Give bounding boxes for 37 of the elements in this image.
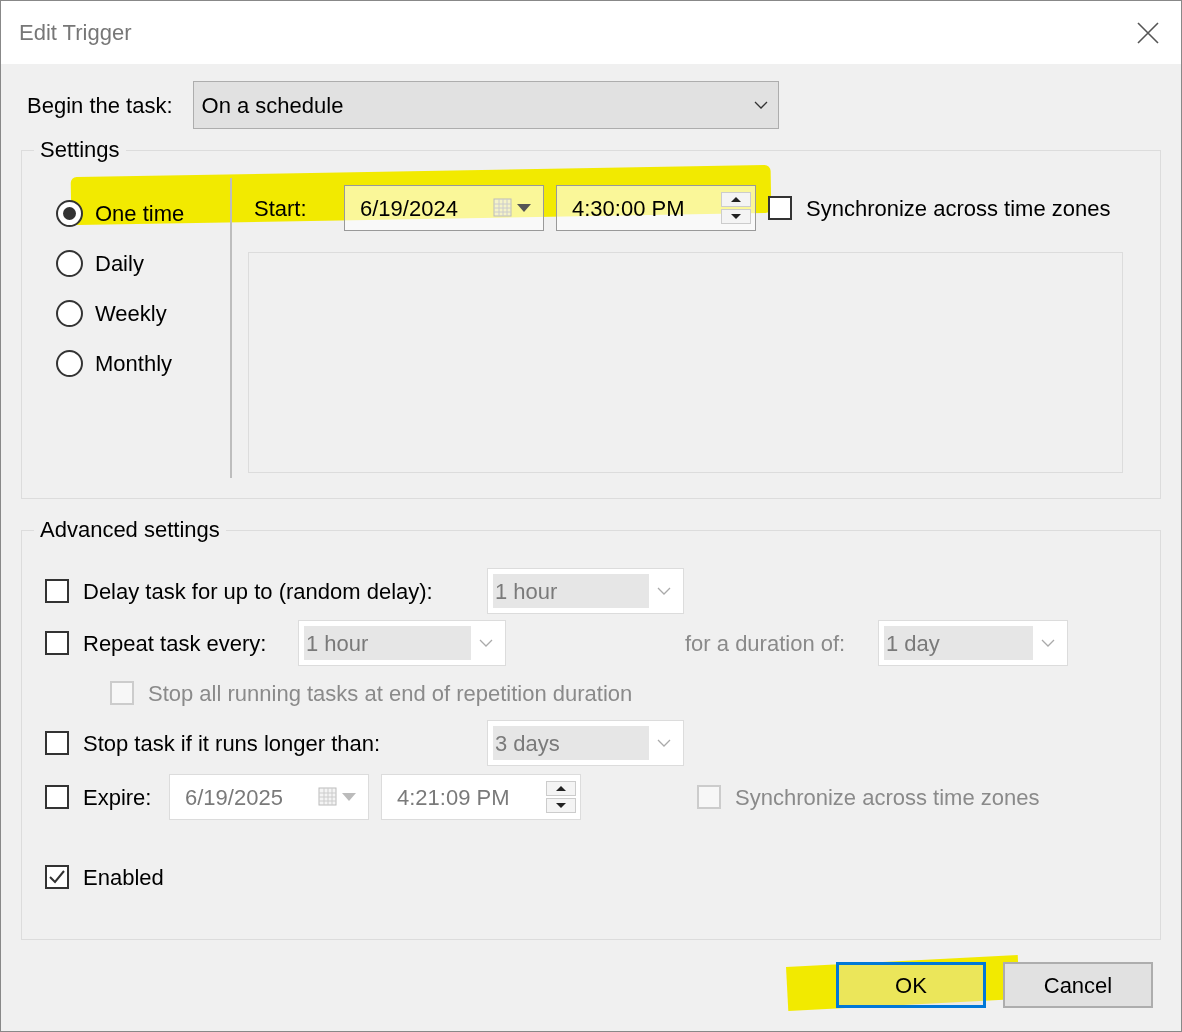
option-label: Daily: [95, 249, 144, 278]
option-label: Enabled: [83, 863, 164, 892]
option-label: Synchronize across time zones: [735, 783, 1040, 812]
dropdown-arrow-icon: [342, 793, 356, 801]
field-label: Start:: [253, 194, 308, 223]
window-title: Edit Trigger: [19, 19, 132, 47]
option-label: Monthly: [95, 349, 173, 378]
checkmark-icon: [49, 870, 65, 884]
close-icon[interactable]: [1137, 21, 1159, 44]
begin-dropdown[interactable]: On a schedule: [192, 81, 779, 129]
chevron-down-icon: [1041, 639, 1055, 647]
radio-button[interactable]: [56, 299, 83, 327]
chevron-down-icon: [657, 739, 671, 747]
radio-button[interactable]: [56, 199, 83, 227]
chevron-down-icon: [479, 639, 493, 647]
option-label: Weekly: [95, 299, 167, 328]
ok-button[interactable]: OK: [836, 962, 986, 1008]
checkbox[interactable]: [768, 196, 792, 220]
radio-button[interactable]: [56, 249, 83, 277]
option-label: Delay task for up to (random delay):: [83, 577, 434, 606]
option-label: Synchronize across time zones: [806, 194, 1111, 223]
chevron-down-icon: [657, 587, 671, 595]
option-label: for a duration of:: [685, 629, 847, 658]
cancel-button[interactable]: Cancel: [1003, 962, 1153, 1008]
radio-button[interactable]: [56, 349, 83, 377]
option-label: Stop all running tasks at end of repetition duration: [148, 679, 633, 708]
calendar-icon: [493, 198, 513, 218]
option-label: Expire:: [83, 783, 153, 812]
dropdown-arrow-icon: [517, 204, 531, 212]
option-label: Stop task if it runs longer than:: [83, 729, 382, 758]
chevron-down-icon: [753, 101, 768, 109]
calendar-icon: [318, 787, 338, 807]
spin-buttons[interactable]: [721, 192, 751, 224]
option-label: One time: [95, 199, 185, 228]
field-label: Begin the task:: [27, 91, 173, 120]
checkbox[interactable]: [45, 865, 69, 889]
option-label: Repeat task every:: [83, 629, 268, 658]
